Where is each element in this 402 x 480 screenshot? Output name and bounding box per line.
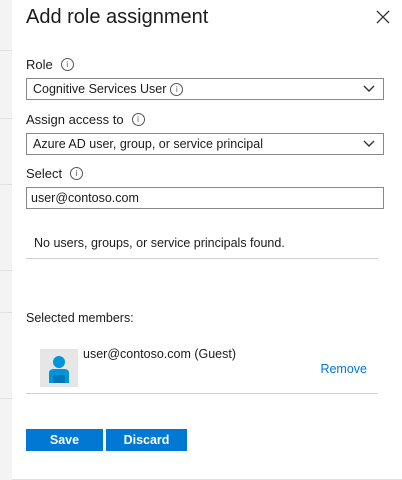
search-results: No users, groups, or service principals …: [26, 230, 378, 259]
info-icon[interactable]: i: [60, 58, 74, 71]
info-icon[interactable]: i: [170, 82, 184, 96]
assign-access-label-row: Assign access to i: [26, 112, 145, 127]
chevron-down-icon: [363, 138, 375, 152]
info-icon[interactable]: i: [131, 113, 145, 126]
assign-access-value: Azure AD user, group, or service princip…: [33, 137, 263, 151]
assign-access-dropdown[interactable]: Azure AD user, group, or service princip…: [26, 133, 384, 155]
role-dropdown[interactable]: Cognitive Services User i: [26, 78, 384, 100]
select-label-row: Select i: [26, 166, 84, 181]
select-label: Select: [26, 166, 63, 181]
role-label-row: Role i: [26, 57, 74, 72]
remove-member-link[interactable]: Remove: [320, 362, 367, 376]
user-avatar-icon: [40, 349, 78, 387]
panel-title: Add role assignment: [26, 6, 209, 28]
close-icon[interactable]: [376, 10, 390, 24]
select-search-input[interactable]: [26, 187, 384, 209]
role-label: Role: [26, 57, 53, 72]
assign-access-label: Assign access to: [26, 112, 124, 127]
selected-member-row: user@contoso.com (Guest) Remove: [26, 340, 378, 394]
discard-button[interactable]: Discard: [106, 429, 187, 451]
member-name: user@contoso.com (Guest): [83, 347, 237, 361]
role-value: Cognitive Services User: [33, 82, 167, 96]
add-role-assignment-panel: Add role assignment Role i Cognitive Ser…: [12, 0, 402, 480]
chevron-down-icon: [363, 83, 375, 97]
no-results-message: No users, groups, or service principals …: [34, 236, 285, 250]
selected-members-label: Selected members:: [26, 311, 134, 325]
save-button[interactable]: Save: [26, 429, 103, 451]
info-icon[interactable]: i: [70, 167, 84, 180]
